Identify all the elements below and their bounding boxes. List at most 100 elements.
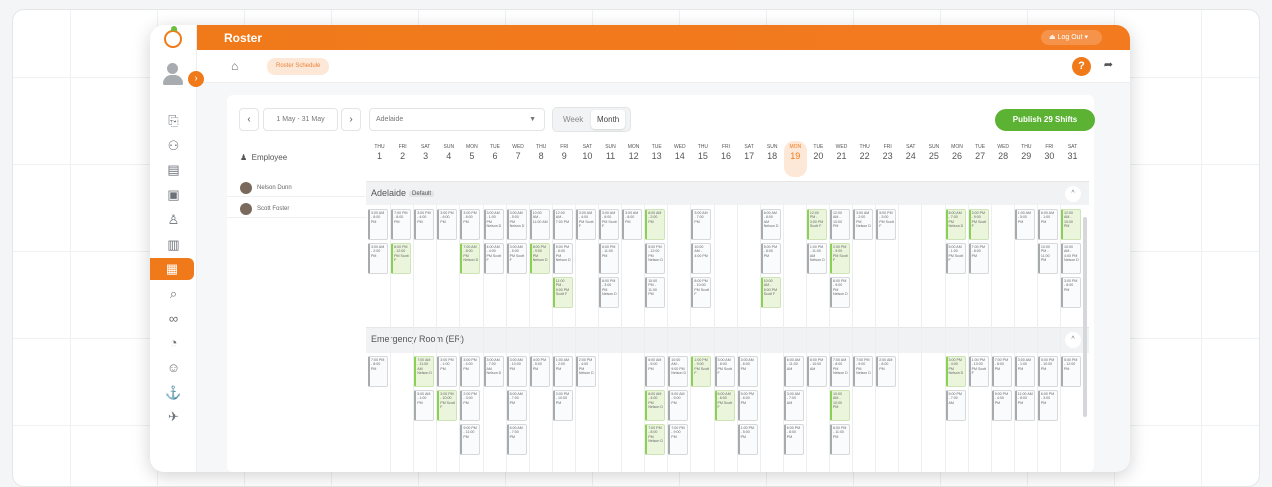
- shift-block[interactable]: 10:00 AM - 11:00 AM: [529, 209, 550, 240]
- shift-block[interactable]: 10:00 AM - 10:00 PM: [830, 390, 850, 421]
- shift-block[interactable]: 3:00 AM - 8:00 PM: [622, 209, 643, 240]
- help-button[interactable]: ?: [1072, 57, 1091, 76]
- location-select[interactable]: Adelaide ▼: [369, 108, 545, 131]
- shift-block[interactable]: 3:00 AM - 6:00 PM Scott F: [599, 209, 619, 240]
- shift-block[interactable]: 3:00 AM - 7:00 PM: [691, 209, 712, 240]
- shift-block[interactable]: 6:00 PM - 3:00 PM: [1037, 390, 1058, 421]
- shift-block[interactable]: 10:00 AM - 9:00 PM Nelson D: [668, 356, 689, 387]
- collapse-group-button[interactable]: ^: [1065, 332, 1081, 348]
- shift-block[interactable]: 3:00 AM - 4:00 PM Scott F: [575, 209, 596, 240]
- shift-block[interactable]: 3:00 AM - 7:00 AM: [783, 390, 804, 421]
- shift-block[interactable]: 11:00 AM - 8:00 PM: [1014, 390, 1035, 421]
- user-group-icon[interactable]: ♙: [150, 209, 197, 231]
- shift-block[interactable]: 8:00 PM - 3:00 PM Nelson D: [599, 277, 619, 308]
- shift-block[interactable]: 7:00 PM - 9:00 PM: [668, 424, 689, 455]
- shift-block[interactable]: 7:00 PM - 8:00 PM: [368, 356, 388, 387]
- employee-row[interactable]: Scott Foster: [227, 200, 367, 218]
- shift-block[interactable]: 3:00 AM - 2:00 PM: [368, 243, 388, 274]
- shift-block[interactable]: 6:00 PM - 11:00 PM: [830, 424, 850, 455]
- shift-block[interactable]: 5:00 PM - 7:00 AM: [945, 390, 966, 421]
- shift-block[interactable]: 5:00 PM - 6:00 PM: [737, 390, 758, 421]
- shift-block[interactable]: 1:00 AM - 2:00 PM: [552, 356, 573, 387]
- shift-block[interactable]: 5:00 AM - 1:00 PM: [414, 390, 435, 421]
- shift-block[interactable]: 12:00 AM - 10:00 PM: [1061, 209, 1081, 240]
- shift-block[interactable]: 1:00 PM - 9:00 PM Scott F: [691, 356, 712, 387]
- shift-block[interactable]: 8:00 AM - 4:00 PM Nelson D: [645, 390, 666, 421]
- shift-block[interactable]: 2:00 PM - 4:00 PM Nelson D: [575, 356, 596, 387]
- shift-block[interactable]: 7:00 PM - 8:00 PM Nelson D: [645, 424, 666, 455]
- date-range[interactable]: 1 May - 31 May: [263, 108, 338, 131]
- home-icon[interactable]: ⌂: [231, 59, 238, 73]
- clipboard-icon[interactable]: ▥: [150, 234, 197, 256]
- shift-block[interactable]: 3:00 AM - 8:00 PM Scott F: [714, 356, 735, 387]
- expand-sidebar-button[interactable]: ›: [188, 71, 204, 87]
- shift-block[interactable]: 3:00 PM - 10:00 PM: [552, 390, 573, 421]
- shift-block[interactable]: 6:00 AM - 11:00 AM: [783, 356, 804, 387]
- shift-block[interactable]: 5:00 AM - 1:00 PM Scott F: [945, 243, 966, 274]
- shift-block[interactable]: 3:00 AM - 10:00 PM: [506, 356, 527, 387]
- shift-block[interactable]: 12:00 PM - 3:00 PM Scott F: [806, 209, 827, 240]
- search-icon[interactable]: ⌕: [150, 283, 197, 305]
- logout-button[interactable]: ⏏ Log Out ▾: [1041, 30, 1102, 45]
- shift-block[interactable]: 8:00 AM - 7:00 PM Nelson D: [945, 209, 966, 240]
- shift-block[interactable]: 6:00 AM - 6:00 PM Scott F: [714, 390, 735, 421]
- shift-block[interactable]: 8:00 PM - 9:00 PM Nelson D: [529, 243, 550, 274]
- shift-block[interactable]: 1:00 PM - 5:00 PM: [737, 424, 758, 455]
- shift-block[interactable]: 7:00 PM - 8:00 PM: [968, 243, 989, 274]
- shift-block[interactable]: 3:00 AM - 7:00 AM Nelson D: [483, 356, 504, 387]
- shift-block[interactable]: 2:00 PM - 3:00 PM: [460, 390, 481, 421]
- user-avatar[interactable]: [163, 63, 183, 87]
- prev-month-button[interactable]: ‹: [239, 108, 259, 131]
- shift-block[interactable]: 3:00 PM - 8:00 PM: [1061, 277, 1081, 308]
- person-icon[interactable]: ☺: [150, 357, 197, 379]
- shift-block[interactable]: 10:00 PM - 11:00 PM: [1037, 243, 1058, 274]
- shift-block[interactable]: 10:00 AM - 4:00 PM: [691, 243, 712, 274]
- shift-block[interactable]: 1:00 PM - 11:00 AM Nelson D: [806, 243, 827, 274]
- shift-block[interactable]: 5:00 PM - 6:00 PM Nelson D: [552, 243, 573, 274]
- breadcrumb-roster-schedule[interactable]: Roster Schedule: [267, 58, 330, 75]
- shift-block[interactable]: 5:00 PM - 12:00 PM Nelson D: [645, 243, 666, 274]
- shift-block[interactable]: 3:00 PM - 8:00 PM: [460, 209, 481, 240]
- shift-block[interactable]: 7:00 PM - 8:00 PM: [991, 356, 1012, 387]
- shift-block[interactable]: 2:00 PM - 9:00 PM Scott F: [830, 243, 850, 274]
- shift-block[interactable]: 9:00 PM - 11:00 PM: [460, 424, 481, 455]
- shift-block[interactable]: 3:00 PM - 4:00 PM: [460, 356, 481, 387]
- shift-block[interactable]: 12:00 AM - 10:00 PM: [830, 209, 850, 240]
- shift-block[interactable]: 7:00 AM - 8:00 PM Nelson D: [830, 356, 850, 387]
- shift-block[interactable]: 6:00 PM - 11:00 PM: [599, 243, 619, 274]
- share-icon[interactable]: ➦: [1104, 58, 1113, 71]
- shift-block[interactable]: 4:00 PM - 5:00 PM: [529, 356, 550, 387]
- document-icon[interactable]: ▤: [150, 159, 197, 181]
- shift-block[interactable]: 2:00 AM - 8:00 PM: [876, 356, 897, 387]
- shift-block[interactable]: 7:00 AM - 8:00 PM Nelson D: [460, 243, 481, 274]
- shift-block[interactable]: 6:00 PM - 8:00 PM: [783, 424, 804, 455]
- shift-block[interactable]: 5:00 AM - 5:00 PM: [668, 390, 689, 421]
- shift-block[interactable]: 9:00 PM - 4:00 PM: [991, 390, 1012, 421]
- chart-icon[interactable]: ◔: [150, 332, 197, 354]
- publish-shifts-button[interactable]: Publish 29 Shifts: [995, 109, 1095, 131]
- shift-block[interactable]: 3:00 AM - 2:00 PM Nelson D: [853, 209, 874, 240]
- shift-block[interactable]: 8:00 AM - 7:00 PM: [506, 390, 527, 421]
- next-month-button[interactable]: ›: [341, 108, 361, 131]
- shift-block[interactable]: 6:00 AM - 7:00 PM: [506, 424, 527, 455]
- badge-icon[interactable]: ⚓: [150, 382, 197, 404]
- shift-block[interactable]: 5:00 PM - 12:00 PM: [1061, 356, 1081, 387]
- shift-block[interactable]: 3:00 AM - 8:00 PM: [368, 209, 388, 240]
- vertical-scrollbar[interactable]: [1083, 217, 1087, 417]
- view-month-button[interactable]: Month: [591, 110, 626, 129]
- shift-block[interactable]: 1:00 AM - 5:00 PM: [1014, 209, 1035, 240]
- shift-block[interactable]: 3:00 AM - 1:00 PM: [1014, 356, 1035, 387]
- shift-block[interactable]: 3:00 AM - 6:00 PM: [737, 356, 758, 387]
- shift-block[interactable]: 8:00 PM - 9:00 PM Nelson D: [830, 277, 850, 308]
- shift-block[interactable]: 3:00 AM - 5:00 PM Scott F: [506, 243, 527, 274]
- shift-block[interactable]: 10:00 AM - 5:00 PM Scott F: [760, 277, 781, 308]
- handshake-icon[interactable]: ∞: [150, 308, 197, 330]
- shift-block[interactable]: 6:00 AM - 1:00 PM: [1037, 209, 1058, 240]
- team-icon[interactable]: ⚇: [150, 135, 197, 157]
- shift-block[interactable]: 3:00 PM - 6:00 PM: [437, 209, 458, 240]
- shift-block[interactable]: 12:00 AM - 7:00 PM: [552, 209, 573, 240]
- shift-block[interactable]: 10:00 PM - 11:00 PM: [645, 277, 666, 308]
- shift-block[interactable]: 7:00 PM - 8:00 PM: [391, 209, 412, 240]
- collapse-group-button[interactable]: ^: [1065, 186, 1081, 202]
- shift-block[interactable]: 3:00 PM - 4:00 PM: [414, 209, 435, 240]
